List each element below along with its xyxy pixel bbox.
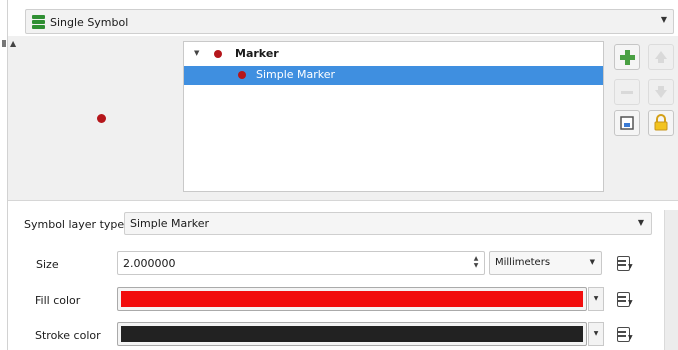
stroke-color-menu-button[interactable]: ▼ [588, 322, 604, 346]
stroke-data-defined-button[interactable]: ▼ [614, 324, 636, 344]
stroke-color-label: Stroke color [35, 329, 101, 342]
lock-layer-button[interactable] [648, 110, 674, 136]
move-down-icon [655, 86, 667, 98]
spinner-arrows-icon[interactable]: ▲ ▼ [472, 255, 480, 271]
size-spinbox[interactable]: 2.000000 ▲ ▼ [117, 251, 485, 275]
properties-scrollbar[interactable] [664, 210, 678, 350]
fill-color-button[interactable] [117, 287, 587, 311]
size-unit-combobox[interactable]: Millimeters ▼ [489, 251, 602, 275]
tree-item-marker[interactable]: Marker [235, 47, 279, 60]
symbol-preview [97, 114, 106, 123]
size-value: 2.000000 [123, 257, 176, 270]
add-layer-button[interactable] [614, 44, 640, 70]
size-label: Size [36, 258, 59, 271]
move-up-button[interactable] [648, 44, 674, 70]
symbol-layer-tree: ▼ Marker Simple Marker [183, 41, 604, 192]
chevron-down-icon: ▼ [660, 15, 667, 24]
stroke-color-button[interactable] [117, 322, 587, 346]
fill-color-swatch [121, 291, 583, 307]
scroll-up-arrow-icon[interactable]: ▲ [10, 39, 16, 48]
single-symbol-icon [32, 15, 45, 30]
stroke-color-swatch [121, 326, 583, 342]
size-unit-value: Millimeters [495, 257, 551, 268]
edge-tick [2, 40, 6, 47]
remove-layer-icon [621, 91, 633, 94]
duplicate-layer-icon [620, 116, 634, 130]
move-down-button[interactable] [648, 79, 674, 105]
move-up-icon [655, 51, 667, 63]
remove-layer-button[interactable] [614, 79, 640, 105]
symbol-layer-type-value: Simple Marker [130, 217, 210, 230]
marker-dot-icon [214, 50, 222, 58]
chevron-down-icon: ▼ [637, 218, 644, 227]
fill-color-menu-button[interactable]: ▼ [588, 287, 604, 311]
renderer-combobox[interactable]: Single Symbol ▼ [25, 9, 674, 34]
chevron-down-icon: ▼ [589, 258, 595, 266]
fill-data-defined-button[interactable]: ▼ [614, 289, 636, 309]
tree-item-label: Simple Marker [256, 68, 336, 81]
symbol-layer-type-combobox[interactable]: Simple Marker ▼ [124, 212, 652, 235]
lock-icon [654, 114, 668, 131]
marker-dot-icon [238, 71, 246, 79]
duplicate-layer-button[interactable] [614, 110, 640, 136]
fill-color-label: Fill color [35, 294, 81, 307]
size-data-defined-button[interactable]: ▼ [614, 253, 636, 273]
left-edge-strip [0, 0, 8, 350]
renderer-label: Single Symbol [50, 16, 129, 29]
collapse-arrow-icon[interactable]: ▼ [194, 49, 199, 57]
symbol-layer-type-label: Symbol layer type [24, 218, 125, 231]
tree-item-simple-marker[interactable]: Simple Marker [184, 66, 603, 85]
